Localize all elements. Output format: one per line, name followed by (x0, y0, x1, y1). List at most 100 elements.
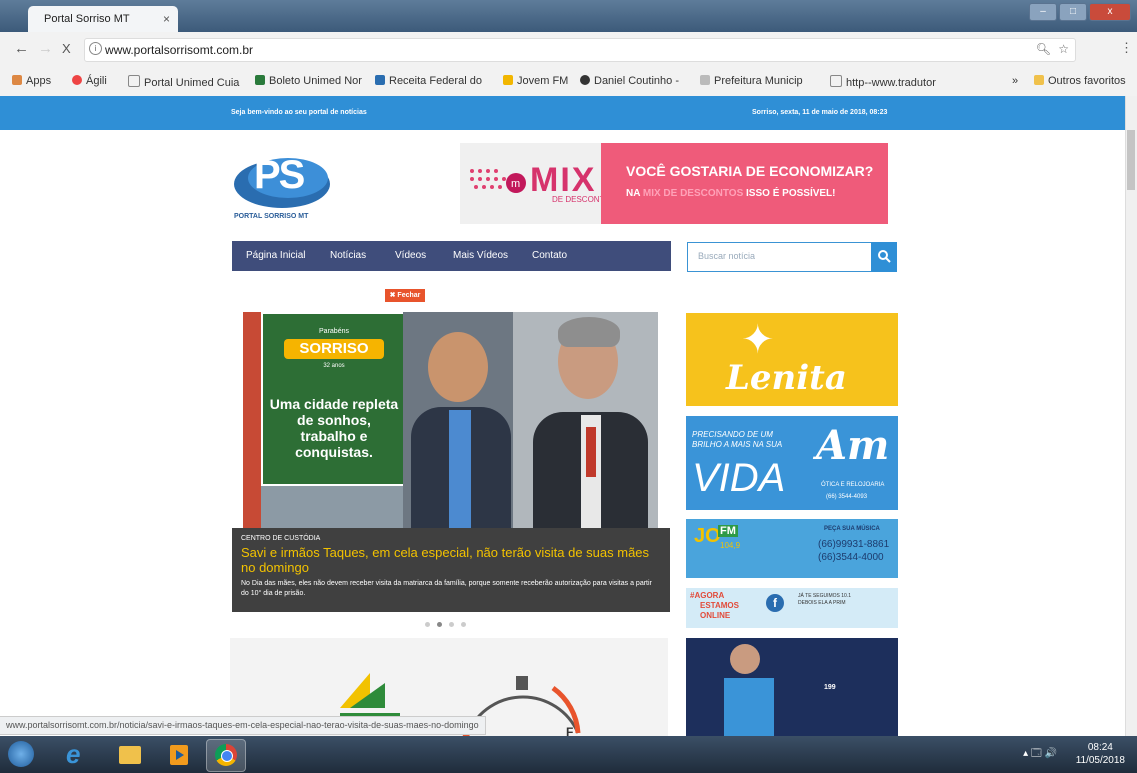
ie-icon[interactable]: e (56, 739, 94, 770)
media-player-icon[interactable] (160, 739, 198, 770)
dark-promo-ad[interactable]: 199 (686, 638, 898, 736)
headline-caption[interactable]: CENTRO DE CUSTÓDIA Savi e irmãos Taques,… (232, 528, 670, 612)
nav-news[interactable]: Notícias (330, 250, 366, 261)
search-input[interactable]: Buscar notícia (687, 242, 873, 272)
nav-contact[interactable]: Contato (532, 250, 567, 261)
minimize-button[interactable]: – (1029, 3, 1057, 21)
page-icon (830, 75, 842, 87)
welcome-text: Seja bem-vindo ao seu portal de notícias (231, 109, 367, 116)
agora-online-ad[interactable]: #AGORA ESTAMOS ONLINE f JÁ TE SEGUIMOS 1… (686, 588, 898, 628)
clock-date: 11/05/2018 (1075, 755, 1125, 766)
search-icon (878, 250, 891, 263)
apps-grid-icon (12, 75, 22, 85)
slider-dot[interactable] (461, 622, 466, 627)
logo-caption: PORTAL SORRISO MT (234, 213, 309, 220)
main-nav: Página Inicial Notícias Vídeos Mais Víde… (232, 241, 671, 271)
site-top-strip: Seja bem-vindo ao seu portal de notícias… (0, 96, 1125, 130)
close-ad-button[interactable]: ✖ Fechar (385, 289, 425, 302)
lenita-ad[interactable]: ✦ Lenita (686, 313, 898, 406)
ad-slogan: Uma cidade repleta de sonhos, trabalho e… (269, 396, 399, 460)
chrome-icon[interactable] (206, 739, 246, 772)
bookmark-tradutor[interactable]: http--www.tradutor (830, 75, 936, 89)
address-toolbar: ← → X i www.portalsorrisomt.com.br 🔍︎ ☆ … (0, 32, 1137, 67)
url-text: www.portalsorrisomt.com.br (105, 43, 254, 57)
news-slider-image[interactable]: Parabéns SORRISO 32 anos Uma cidade repl… (243, 312, 658, 530)
photo-person-right (513, 312, 658, 530)
jovem-fm-ad[interactable]: JO FM 104,9 PEÇA SUA MÚSICA (66)99931-88… (686, 519, 898, 578)
forward-button[interactable]: → (38, 40, 53, 57)
bookmark-boleto[interactable]: Boleto Unimed Nor (255, 75, 362, 87)
site-logo[interactable]: PS PORTAL SORRISO MT (232, 150, 342, 225)
agili-icon (72, 75, 82, 85)
page-icon (128, 75, 140, 87)
banner-message: VOCÊ GOSTARIA DE ECONOMIZAR? NA MIX DE D… (601, 143, 888, 224)
clock-time: 08:24 (1087, 742, 1113, 753)
bookmark-receita[interactable]: Receita Federal do (375, 75, 482, 87)
am-vida: VIDA (692, 456, 786, 500)
system-clock[interactable]: 08:24 11/05/2018 (1076, 741, 1125, 767)
bookmark-unimed[interactable]: Portal Unimed Cuia (128, 75, 239, 89)
info-icon[interactable]: i (89, 42, 102, 55)
more-bookmarks[interactable]: » (1012, 75, 1018, 87)
file-explorer-icon[interactable] (110, 739, 148, 770)
zoom-icon[interactable]: 🔍︎ (1036, 42, 1051, 56)
receita-icon (375, 75, 385, 85)
bookmark-apps[interactable]: Apps (12, 75, 51, 87)
photo-person-left (403, 312, 513, 530)
slider-dot-active[interactable] (437, 622, 442, 627)
slider-dots (425, 622, 466, 627)
page-scrollbar[interactable] (1125, 96, 1137, 736)
headline-title[interactable]: Savi e irmãos Taques, em cela especial, … (241, 545, 666, 575)
banner-line2: NA MIX DE DESCONTOS ISSO É POSSÍVEL! (626, 188, 836, 199)
facebook-icon: f (766, 594, 784, 612)
sparkle-icon: ✦ (741, 318, 775, 362)
nav-more-videos[interactable]: Mais Vídeos (453, 250, 508, 261)
dateline: Sorriso, sexta, 11 de maio de 2018, 08:2… (752, 109, 888, 116)
bookmark-jovemfm[interactable]: Jovem FM (503, 75, 568, 87)
search-button[interactable] (871, 242, 897, 272)
start-button[interactable] (4, 739, 38, 770)
back-button[interactable]: ← (14, 40, 29, 57)
dots-pattern-icon: m (470, 169, 526, 193)
unimed-icon (255, 75, 265, 85)
city-badge: SORRISO (284, 339, 384, 359)
stop-button[interactable]: X (62, 41, 71, 56)
banner-headline: VOCÊ GOSTARIA DE ECONOMIZAR? (626, 163, 874, 179)
bookmark-agili[interactable]: Ágili (72, 75, 107, 87)
am-otica-ad[interactable]: PRECISANDO DE UM BRILHO A MAIS NA SUA VI… (686, 416, 898, 510)
bookmark-other-favorites[interactable]: Outros favoritos (1034, 75, 1126, 87)
bookmark-prefeitura[interactable]: Prefeitura Municip (700, 75, 803, 87)
status-url: www.portalsorrisomt.com.br/noticia/savi-… (0, 716, 486, 735)
menu-icon[interactable]: ⋮ (1120, 40, 1133, 56)
sorriso-anniversary-ad: Parabéns SORRISO 32 anos Uma cidade repl… (261, 312, 407, 486)
headline-description: No Dia das mães, eles não devem receber … (241, 580, 652, 597)
maximize-button[interactable]: □ (1059, 3, 1087, 21)
mix-descontos-banner[interactable]: m MIX DE DESCONTOS VOCÊ GOSTARIA DE ECON… (460, 143, 888, 224)
folder-icon (1034, 75, 1044, 85)
jovemfm-icon (503, 75, 513, 85)
tab-title: Portal Sorriso MT (44, 13, 130, 25)
tab-close-button[interactable]: × (163, 12, 170, 26)
scrollbar-thumb[interactable] (1127, 130, 1135, 190)
daniel-icon (580, 75, 590, 85)
star-icon[interactable]: ☆ (1058, 42, 1069, 56)
nav-videos[interactable]: Vídeos (395, 250, 426, 261)
am-logo: Am (816, 422, 890, 469)
svg-text:m: m (511, 178, 520, 190)
search-placeholder: Buscar notícia (698, 251, 756, 261)
window-close-button[interactable]: x (1089, 3, 1131, 21)
tray-icons[interactable]: ▴ 🗔 🔊 (1023, 746, 1057, 763)
headline-category: CENTRO DE CUSTÓDIA (241, 535, 321, 542)
prefeitura-icon (700, 75, 710, 85)
bookmarks-bar: Apps Ágili Portal Unimed Cuia Boleto Uni… (0, 66, 1137, 96)
windows-taskbar: e ▴ 🗔 🔊 08:24 11/05/2018 (0, 736, 1137, 773)
slide-left-strip (243, 312, 261, 530)
logo-letters: PS (254, 153, 305, 197)
browser-tab[interactable]: Portal Sorriso MT × (28, 6, 178, 32)
bookmark-daniel[interactable]: Daniel Coutinho - (580, 75, 679, 87)
green-yellow-logo-icon (340, 673, 400, 717)
slider-dot[interactable] (449, 622, 454, 627)
nav-home[interactable]: Página Inicial (246, 250, 305, 261)
slider-dot[interactable] (425, 622, 430, 627)
url-field[interactable]: i www.portalsorrisomt.com.br 🔍︎ ☆ (84, 38, 1076, 62)
